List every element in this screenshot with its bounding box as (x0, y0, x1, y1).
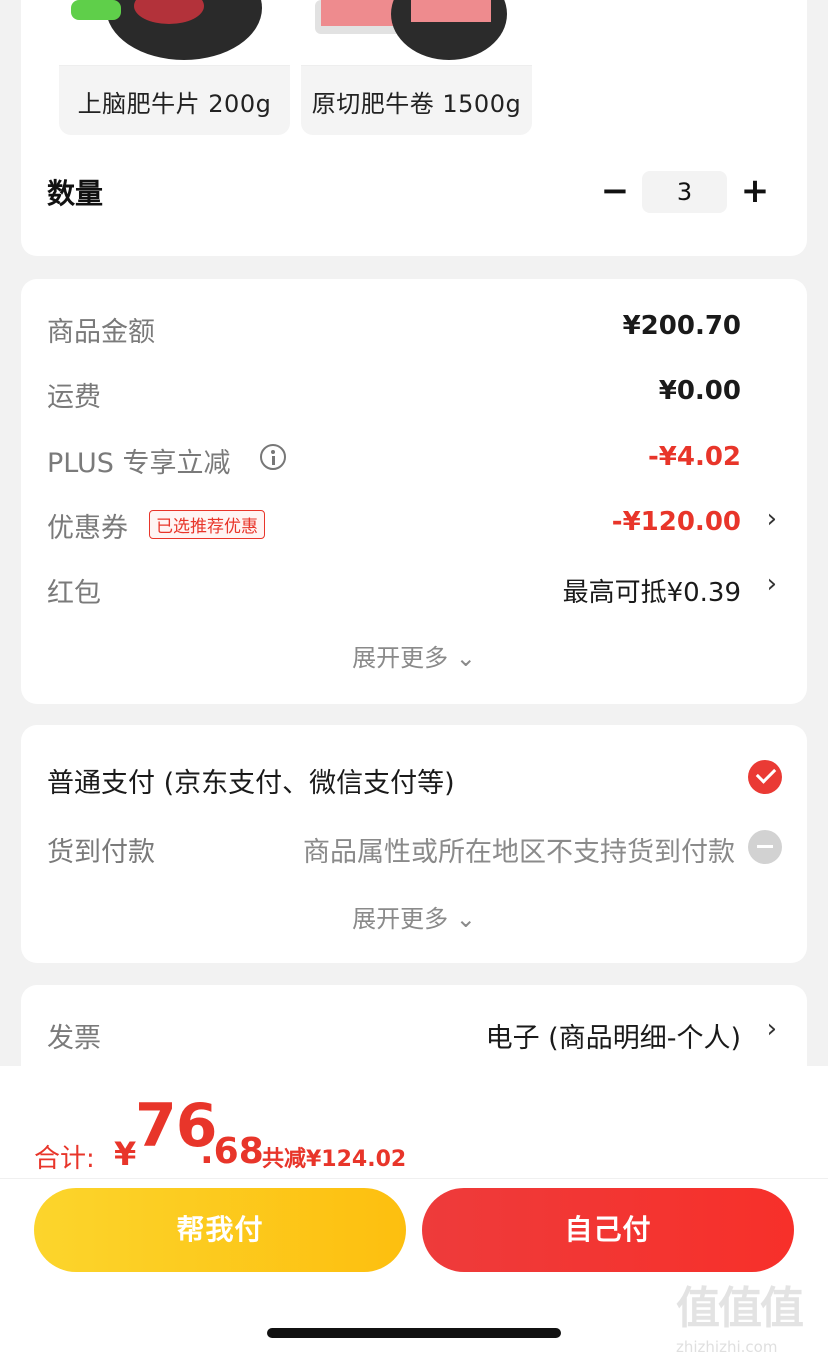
invoice-value[interactable]: 电子 (商品明细-个人) (486, 1016, 741, 1055)
coupon-label: 优惠券 (47, 513, 128, 544)
amount-card: 商品金额 ¥200.70 运费 ¥0.00 PLUS 专享立减 -¥4.02 优… (21, 279, 807, 704)
quantity-plus-button[interactable]: + (735, 172, 775, 212)
watermark-glyphs: 值值值 (676, 1283, 804, 1334)
product-card: 上脑肥牛片 200g 原切肥牛卷 1500g 数量 − 3 + (21, 0, 807, 256)
red-packet-chevron-icon[interactable]: › (767, 569, 777, 599)
cod-unavailable-note: 商品属性或所在地区不支持货到付款 (303, 837, 735, 868)
invoice-chevron-icon[interactable]: › (767, 1014, 777, 1044)
red-packet-label: 红包 (47, 578, 101, 609)
coupon-value[interactable]: -¥120.00 (612, 507, 741, 537)
product-label-1: 上脑肥牛片 200g (77, 90, 272, 118)
cod-label: 货到付款 (47, 837, 155, 868)
goods-amount-value: ¥200.70 (622, 311, 741, 341)
checked-circle-icon[interactable] (748, 760, 782, 794)
quantity-label: 数量 (47, 177, 104, 210)
product-image-2 (301, 0, 532, 66)
coupon-chevron-icon[interactable]: › (767, 504, 777, 534)
normal-payment-label[interactable]: 普通支付 (京东支付、微信支付等) (47, 761, 455, 800)
product-image-1 (59, 0, 290, 66)
payment-card: 普通支付 (京东支付、微信支付等) 货到付款 商品属性或所在地区不支持货到付款 … (21, 725, 807, 963)
home-indicator[interactable] (267, 1328, 561, 1338)
divider (0, 1178, 828, 1179)
invoice-label: 发票 (47, 1023, 101, 1054)
shipping-value: ¥0.00 (658, 376, 741, 406)
goods-amount-label: 商品金额 (47, 317, 155, 348)
product-thumb-1[interactable]: 上脑肥牛片 200g (59, 0, 290, 135)
payment-expand-more[interactable]: 展开更多 ⌄ (21, 899, 807, 934)
total-decimal: .68 (200, 1131, 264, 1172)
shipping-label: 运费 (47, 382, 101, 413)
red-packet-value[interactable]: 最高可抵¥0.39 (563, 572, 741, 609)
amount-expand-more[interactable]: 展开更多 ⌄ (21, 638, 807, 673)
disabled-circle-icon (748, 830, 782, 864)
quantity-minus-button[interactable]: − (595, 172, 635, 212)
product-label-2: 原切肥牛卷 1500g (311, 90, 522, 118)
plus-discount-value: -¥4.02 (647, 442, 741, 472)
help-pay-button[interactable]: 帮我付 (34, 1188, 406, 1272)
info-icon[interactable] (260, 444, 286, 470)
total-label: 合计: (34, 1144, 95, 1174)
plus-discount-label: PLUS 专享立减 (47, 448, 231, 479)
product-thumb-2[interactable]: 原切肥牛卷 1500g (301, 0, 532, 135)
total-saved: 共减¥124.02 (262, 1147, 407, 1172)
self-pay-button[interactable]: 自己付 (422, 1188, 794, 1272)
total-currency: ¥ (114, 1135, 137, 1173)
quantity-input[interactable]: 3 (642, 171, 727, 213)
watermark-logo: 值值值 zhizhizhi.com (676, 1272, 826, 1356)
coupon-recommended-tag: 已选推荐优惠 (149, 510, 265, 539)
watermark-domain: zhizhizhi.com (676, 1338, 778, 1356)
